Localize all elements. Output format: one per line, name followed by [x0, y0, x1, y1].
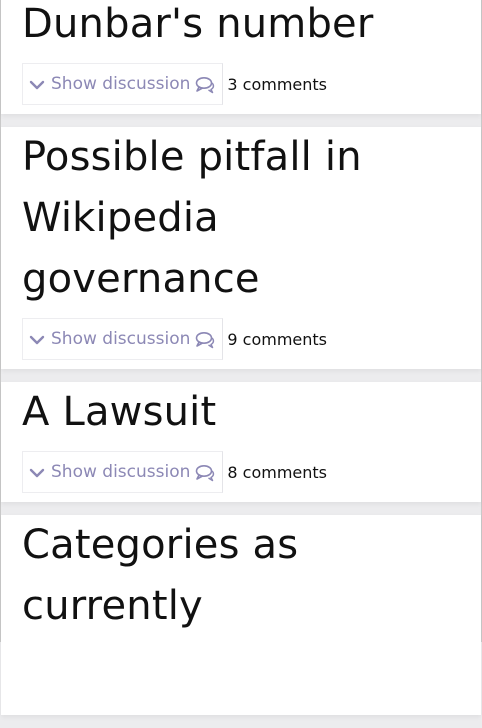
show-discussion-label: Show discussion — [51, 462, 191, 482]
post-title[interactable]: Dunbar's number — [22, 0, 460, 55]
discussion-feed: Dunbar's number Show discussion 3 commen… — [1, 0, 481, 728]
comments-icon — [196, 332, 215, 349]
post-meta: Show discussion 9 comments — [22, 318, 460, 360]
show-discussion-button[interactable]: Show discussion — [22, 451, 224, 493]
post-title[interactable]: Possible pitfall in Wikipedia governance — [22, 127, 460, 310]
comments-icon — [196, 77, 215, 94]
post-title[interactable]: A Lawsuit — [22, 382, 460, 443]
chevron-down-icon — [29, 80, 45, 90]
show-discussion-button[interactable]: Show discussion — [22, 318, 224, 360]
post-card: Dunbar's number Show discussion 3 commen… — [1, 0, 481, 114]
post-meta: Show discussion 3 comments — [22, 63, 460, 105]
show-discussion-button[interactable]: Show discussion — [22, 63, 224, 105]
comment-count: 3 comments — [227, 74, 328, 94]
show-discussion-label: Show discussion — [51, 74, 191, 94]
chevron-down-icon — [29, 335, 45, 345]
post-card: Categories as currently — [1, 515, 481, 715]
chevron-down-icon — [29, 468, 45, 478]
comment-count: 8 comments — [227, 462, 328, 482]
post-card: A Lawsuit Show discussion 8 comments — [1, 382, 481, 502]
comment-count: 9 comments — [227, 329, 328, 349]
post-card: Possible pitfall in Wikipedia governance… — [1, 127, 481, 369]
show-discussion-label: Show discussion — [51, 329, 191, 349]
post-title[interactable]: Categories as currently — [22, 515, 460, 637]
post-meta: Show discussion 8 comments — [22, 451, 460, 493]
comments-icon — [196, 465, 215, 482]
